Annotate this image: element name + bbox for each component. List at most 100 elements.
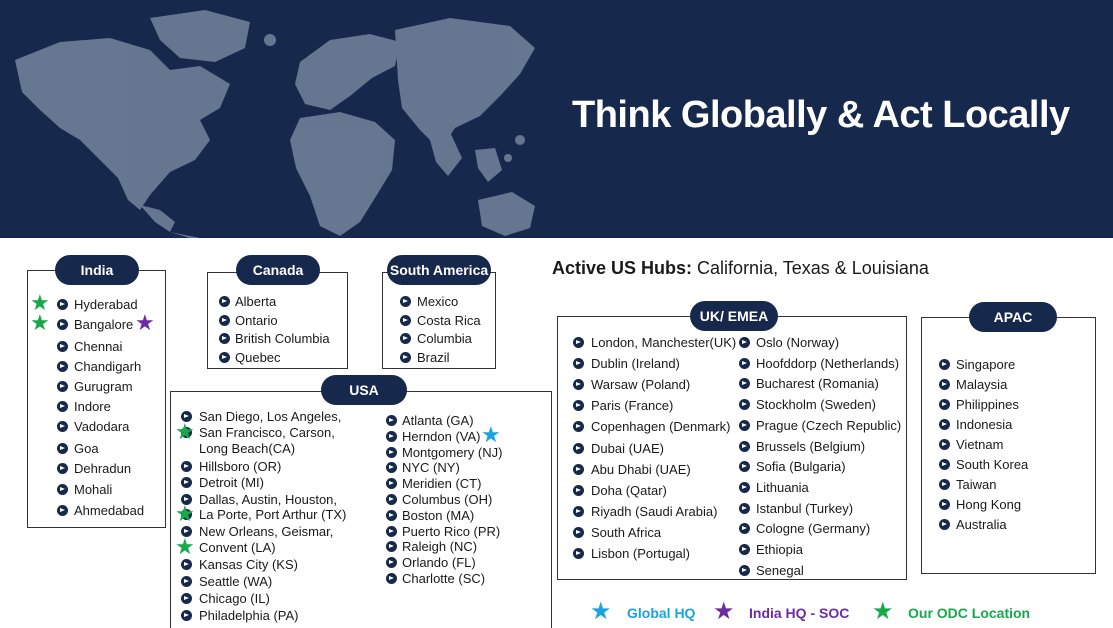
arrow-circle-icon (739, 564, 750, 576)
arrow-circle-icon (57, 463, 68, 474)
arrow-circle-icon (739, 357, 750, 369)
arrow-circle-icon (386, 415, 397, 426)
usa-west-location-item: Hillsboro (OR) (199, 459, 282, 474)
usa-east-location-item: Meridien (CT) (402, 476, 482, 492)
arrow-circle-icon (573, 548, 584, 559)
arrow-circle-icon (939, 479, 950, 490)
apac-region-title: APAC (969, 302, 1057, 332)
arrow-circle-icon (739, 544, 750, 555)
south-america-region-title: South America (387, 255, 491, 285)
usa-east-location-item: Atlanta (GA) (402, 413, 474, 428)
arrow-circle-icon (181, 461, 192, 472)
usa-west-location-item: Detroit (MI) (199, 475, 264, 490)
usa-west-location-item: La Porte, Port Arthur (TX) (199, 507, 347, 522)
emea-west-location-item: Copenhagen (Denmark) (591, 419, 731, 435)
arrow-circle-icon (739, 481, 750, 493)
emea-east-location-item: Cologne (Germany) (756, 521, 871, 537)
arrow-circle-icon (181, 576, 192, 587)
active-hubs-label: Active US Hubs: (552, 258, 693, 278)
arrow-circle-icon (57, 443, 68, 454)
arrow-circle-icon (181, 593, 192, 604)
arrow-circle-icon (181, 477, 192, 488)
canada-location-item: Alberta (235, 294, 277, 309)
apac-location-item: Taiwan (956, 477, 997, 492)
arrow-circle-icon (573, 463, 584, 475)
india-location-item: Hyderabad (74, 297, 138, 312)
usa-west-location-item: Philadelphia (PA) (199, 608, 299, 623)
usa-west-location-item: Seattle (WA) (199, 574, 273, 589)
arrow-circle-icon (939, 519, 950, 530)
south-america-location-item: Costa Rica (417, 312, 481, 328)
india-location-item: Gurugram (74, 379, 133, 394)
arrow-circle-icon (739, 419, 750, 431)
arrow-circle-icon (939, 419, 950, 430)
apac-location-item: Hong Kong (956, 497, 1022, 512)
usa-west-location-item: Convent (LA) (199, 540, 276, 555)
arrow-circle-icon (939, 439, 950, 450)
usa-west-location-item: San Francisco, Carson, (199, 425, 335, 440)
canada-region-title: Canada (236, 255, 320, 285)
arrow-circle-icon (57, 299, 68, 310)
global-hq-star-icon: ★ (481, 422, 501, 447)
apac-location-item: South Korea (956, 457, 1029, 472)
arrow-circle-icon (57, 421, 68, 432)
india-location-item: Mohali (74, 482, 113, 497)
usa-west-location-item: San Diego, Los Angeles, (199, 409, 342, 424)
arrow-circle-icon (57, 319, 68, 330)
india-location-item: Chennai (74, 339, 123, 354)
odc-star-icon: ★ (175, 534, 195, 559)
arrow-circle-icon (400, 333, 411, 344)
arrow-circle-icon (219, 296, 230, 307)
apac-location-item: Australia (956, 517, 1007, 532)
odc-star-icon: ★ (175, 501, 195, 526)
usa-east-location-item: Herndon (VA) (402, 428, 481, 444)
emea-west-location-item: Warsaw (Poland) (591, 377, 691, 393)
emea-east-location-item: Istanbul (Turkey) (756, 500, 854, 516)
arrow-circle-icon (939, 499, 950, 510)
odc-star-icon: ★ (175, 419, 195, 444)
arrow-circle-icon (573, 505, 584, 517)
emea-east-location-item: Brussels (Belgium) (756, 438, 866, 454)
arrow-circle-icon (219, 351, 230, 363)
arrow-circle-icon (181, 610, 192, 621)
arrow-circle-icon (939, 459, 950, 470)
india-hq-star-icon: ★ (713, 598, 735, 625)
emea-east-location-item: Bucharest (Romania) (756, 376, 879, 392)
emea-east-location-item: Oslo (Norway) (756, 335, 840, 350)
hero-banner: Think Globally & Act Locally (0, 0, 1113, 238)
india-location-item: Indore (74, 399, 111, 414)
arrow-circle-icon (400, 314, 411, 326)
usa-west-location-item: Long Beach(CA) (199, 441, 296, 456)
arrow-circle-icon (386, 525, 397, 537)
arrow-circle-icon (219, 333, 230, 344)
apac-location-item: Singapore (956, 357, 1016, 372)
uk-emea-region-title: UK/ EMEA (690, 301, 778, 331)
apac-location-item: Philippines (956, 397, 1019, 412)
arrow-circle-icon (57, 484, 68, 495)
arrow-circle-icon (573, 526, 584, 538)
india-hq-star-icon: ★ (135, 310, 155, 335)
india-location-item: Dehradun (74, 461, 132, 476)
odc-star-icon: ★ (30, 310, 50, 335)
arrow-circle-icon (939, 399, 950, 410)
arrow-circle-icon (386, 430, 397, 442)
active-hubs-text: Active US Hubs: California, Texas & Loui… (552, 258, 929, 279)
emea-west-location-item: London, Manchester(UK) (591, 335, 737, 350)
legend-india-hq: India HQ - SOC (749, 605, 850, 621)
emea-west-location-item: Doha (Qatar) (591, 482, 667, 498)
canada-location-item: Ontario (235, 312, 278, 328)
arrow-circle-icon (739, 502, 750, 514)
usa-west-location-item: Dallas, Austin, Houston, (199, 492, 338, 507)
arrow-circle-icon (939, 359, 950, 370)
global-hq-star-icon: ★ (590, 598, 612, 625)
india-location-item: Chandigarh (74, 359, 142, 374)
usa-east-location-item: Raleigh (NC) (402, 539, 478, 555)
emea-west-location-item: South Africa (591, 524, 662, 540)
emea-east-location-item: Stockholm (Sweden) (756, 397, 876, 413)
india-location-item: Bangalore (74, 317, 134, 332)
arrow-circle-icon (57, 505, 68, 516)
india-location-item: Goa (74, 441, 99, 456)
usa-east-location-item: Puerto Rico (PR) (402, 523, 501, 539)
emea-east-location-item: Hoofddorp (Netherlands) (756, 355, 900, 371)
usa-east-location-item: Columbus (OH) (402, 492, 493, 507)
